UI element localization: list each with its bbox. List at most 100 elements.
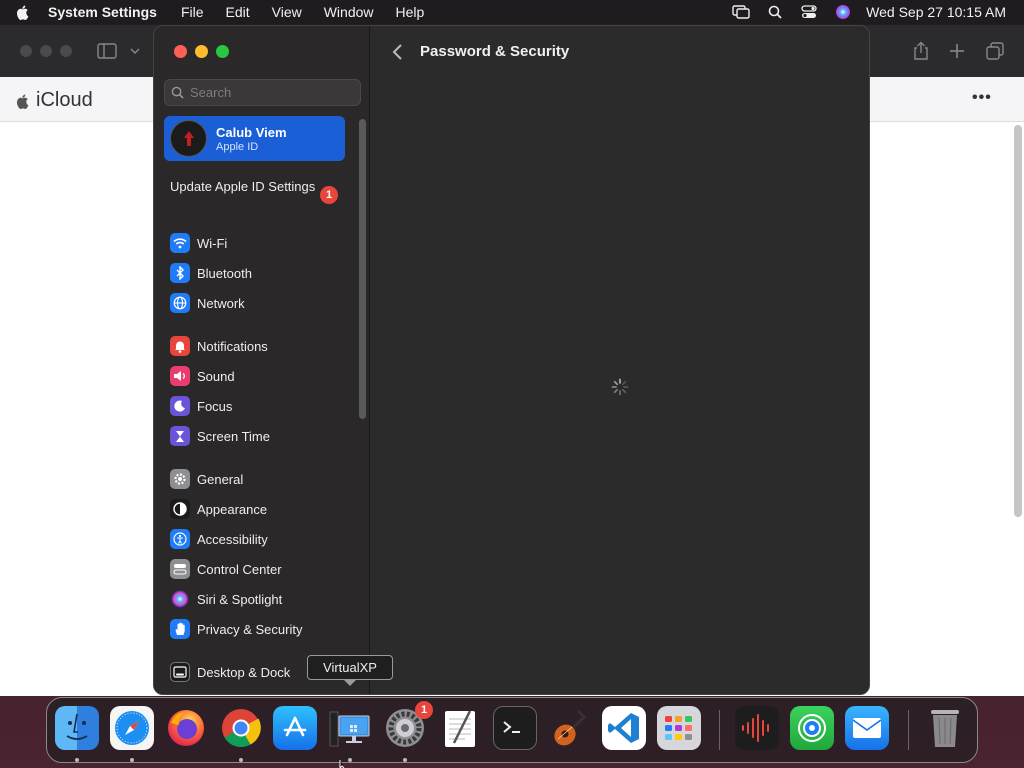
- control-center-icon[interactable]: [800, 3, 818, 21]
- menu-file[interactable]: File: [181, 4, 204, 20]
- dock-vscode[interactable]: [602, 706, 646, 750]
- sidebar-item-label: Desktop & Dock: [197, 664, 291, 680]
- icloud-brand[interactable]: iCloud: [14, 89, 93, 112]
- menu-window[interactable]: Window: [324, 4, 374, 20]
- window-controls: [174, 45, 229, 58]
- tab-overview-icon[interactable]: [986, 42, 1004, 60]
- bell-icon: [170, 336, 190, 356]
- sidebar-item-bluetooth[interactable]: Bluetooth: [170, 262, 350, 284]
- sidebar-item-general[interactable]: General: [170, 468, 350, 490]
- search-input[interactable]: [190, 85, 350, 100]
- sidebar-item-label: Accessibility: [197, 531, 268, 547]
- dock-chrome[interactable]: [219, 706, 263, 750]
- menu-edit[interactable]: Edit: [226, 4, 250, 20]
- dock-virtualxp[interactable]: [328, 706, 372, 750]
- settings-content-pane: Password & Security: [371, 26, 869, 694]
- system-settings-window: Calub Viem Apple ID Update Apple ID Sett…: [153, 25, 870, 695]
- share-icon[interactable]: [912, 41, 930, 61]
- more-options-button[interactable]: •••: [972, 89, 992, 107]
- menu-clock[interactable]: Wed Sep 27 10:15 AM: [866, 4, 1006, 20]
- chevron-down-icon[interactable]: [130, 47, 140, 55]
- update-apple-id-settings[interactable]: Update Apple ID Settings: [170, 179, 345, 195]
- speaker-icon: [170, 366, 190, 386]
- browser-minimize-button[interactable]: [40, 45, 52, 57]
- sidebar-item-label: Sound: [197, 368, 235, 384]
- dock-finder[interactable]: [55, 706, 99, 750]
- dock-voice-memos[interactable]: [735, 706, 779, 750]
- globe-icon: [170, 293, 190, 313]
- menu-app-name[interactable]: System Settings: [48, 4, 157, 20]
- apple-id-account[interactable]: Calub Viem Apple ID: [164, 116, 345, 161]
- dock-separator: [719, 710, 720, 750]
- dock-mail[interactable]: [845, 706, 889, 750]
- sidebar-item-siri-spotlight[interactable]: Siri & Spotlight: [170, 588, 350, 610]
- icloud-brand-label: iCloud: [36, 89, 93, 111]
- loading-spinner-icon: [611, 378, 629, 396]
- virtualxp-monitor-icon: [329, 711, 370, 747]
- find-my-radar-icon: [798, 714, 826, 742]
- launchpad-grid-icon: [665, 716, 692, 740]
- sidebar-item-appearance[interactable]: Appearance: [170, 498, 350, 520]
- sidebar-item-control-center[interactable]: Control Center: [170, 558, 350, 580]
- sidebar-item-screen-time[interactable]: Screen Time: [170, 425, 350, 447]
- apple-logo-icon: [16, 94, 29, 109]
- browser-scrollbar[interactable]: [1014, 125, 1022, 517]
- waveform-icon: [742, 714, 769, 742]
- zoom-button[interactable]: [216, 45, 229, 58]
- browser-close-button[interactable]: [20, 45, 32, 57]
- minimize-button[interactable]: [195, 45, 208, 58]
- dock-launchpad[interactable]: [657, 706, 701, 750]
- dock-find-my[interactable]: [790, 706, 834, 750]
- back-chevron-icon[interactable]: [391, 43, 405, 61]
- firefox-icon: [168, 710, 204, 746]
- app-store-icon: [283, 716, 307, 737]
- avatar: [170, 120, 207, 157]
- account-name: Calub Viem: [216, 124, 287, 140]
- sidebar-item-label: Bluetooth: [197, 265, 252, 281]
- sidebar-item-privacy-security[interactable]: Privacy & Security: [170, 618, 350, 640]
- avatar-figure-icon: [183, 130, 194, 146]
- dock-separator: [908, 710, 909, 750]
- gear-icon: [170, 469, 190, 489]
- control-center-icon: [170, 559, 190, 579]
- sidebar-item-network[interactable]: Network: [170, 292, 350, 314]
- menu-view[interactable]: View: [272, 4, 302, 20]
- sidebar-item-sound[interactable]: Sound: [170, 365, 350, 387]
- page-title: Password & Security: [420, 43, 570, 60]
- dock-safari[interactable]: [110, 706, 154, 750]
- sidebar-item-notifications[interactable]: Notifications: [170, 335, 350, 357]
- apple-logo-icon[interactable]: [14, 3, 32, 21]
- sidebar-item-label: Siri & Spotlight: [197, 591, 283, 607]
- screen-mirroring-icon[interactable]: [732, 3, 750, 21]
- dock-running-indicator: [75, 758, 79, 762]
- sidebar-toggle-icon[interactable]: [97, 43, 117, 59]
- dock-app-store[interactable]: [273, 706, 317, 750]
- mouse-cursor-icon: [339, 760, 345, 768]
- finder-icon: [66, 713, 88, 740]
- dock-firefox[interactable]: [164, 706, 208, 750]
- vscode-icon: [608, 713, 639, 743]
- sidebar-scrollbar[interactable]: [359, 119, 366, 419]
- dock-terminal[interactable]: [493, 706, 537, 750]
- sidebar-item-focus[interactable]: Focus: [170, 395, 350, 417]
- dock-trash[interactable]: [923, 706, 967, 750]
- close-button[interactable]: [174, 45, 187, 58]
- dock-garageband[interactable]: [547, 706, 591, 750]
- terminal-prompt-icon: [503, 721, 520, 733]
- guitar-icon: [554, 709, 587, 746]
- dock-running-indicator: [403, 758, 407, 762]
- sidebar-item-accessibility[interactable]: Accessibility: [170, 528, 350, 550]
- sidebar-item-wifi[interactable]: Wi-Fi: [170, 232, 350, 254]
- sidebar-search[interactable]: [164, 79, 361, 106]
- new-tab-icon[interactable]: [949, 43, 965, 59]
- sidebar-item-label: General: [197, 471, 244, 487]
- browser-zoom-button[interactable]: [60, 45, 72, 57]
- siri-icon[interactable]: [834, 3, 852, 21]
- menu-bar: System Settings File Edit View Window He…: [0, 0, 1024, 24]
- dock-textedit[interactable]: [438, 706, 482, 750]
- settings-sidebar: Calub Viem Apple ID Update Apple ID Sett…: [154, 26, 370, 694]
- dock-running-indicator: [239, 758, 243, 762]
- menu-help[interactable]: Help: [396, 4, 425, 20]
- spotlight-search-icon[interactable]: [766, 3, 784, 21]
- sidebar-item-label: Focus: [197, 398, 233, 414]
